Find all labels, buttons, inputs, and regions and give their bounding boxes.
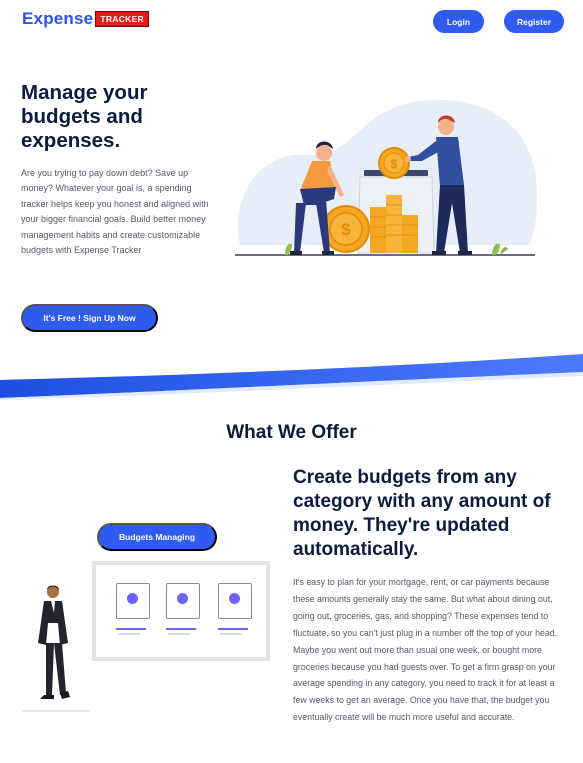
budget-dashboard-panel <box>92 561 270 661</box>
site-header: Expense TRACKER Login Register <box>0 0 583 40</box>
svg-text:$: $ <box>341 220 351 239</box>
register-button[interactable]: Register <box>504 10 564 33</box>
budgets-managing-button[interactable]: Budgets Managing <box>97 523 217 551</box>
card-line <box>220 633 242 635</box>
login-button[interactable]: Login <box>433 10 484 33</box>
card-line <box>168 633 190 635</box>
savings-jar-illustration: $ $ <box>235 99 538 256</box>
section-title: What We Offer <box>226 422 357 443</box>
logo-word: Expense <box>22 9 94 28</box>
logo-tag: TRACKER <box>95 11 149 27</box>
budget-card <box>166 583 200 619</box>
budget-card-dot <box>177 593 188 604</box>
signup-button[interactable]: It's Free ! Sign Up Now <box>21 304 158 332</box>
wave-divider <box>0 354 583 400</box>
feature-title: Create budgets from any category with an… <box>293 467 551 560</box>
logo[interactable]: Expense TRACKER <box>22 9 149 29</box>
card-line <box>118 633 140 635</box>
card-line <box>218 628 248 630</box>
feature-description: It's easy to plan for your mortgage, ren… <box>293 577 558 723</box>
businessman-illustration <box>22 585 90 712</box>
svg-text:$: $ <box>391 157 398 171</box>
budget-card <box>218 583 252 619</box>
card-line <box>166 628 196 630</box>
budget-card-dot <box>229 593 240 604</box>
budget-card <box>116 583 150 619</box>
hero-title: Manage your budgets and expenses. <box>21 81 148 152</box>
card-line <box>116 628 146 630</box>
budget-card-dot <box>127 593 138 604</box>
hero-description: Are you trying to pay down debt? Save up… <box>21 168 209 256</box>
